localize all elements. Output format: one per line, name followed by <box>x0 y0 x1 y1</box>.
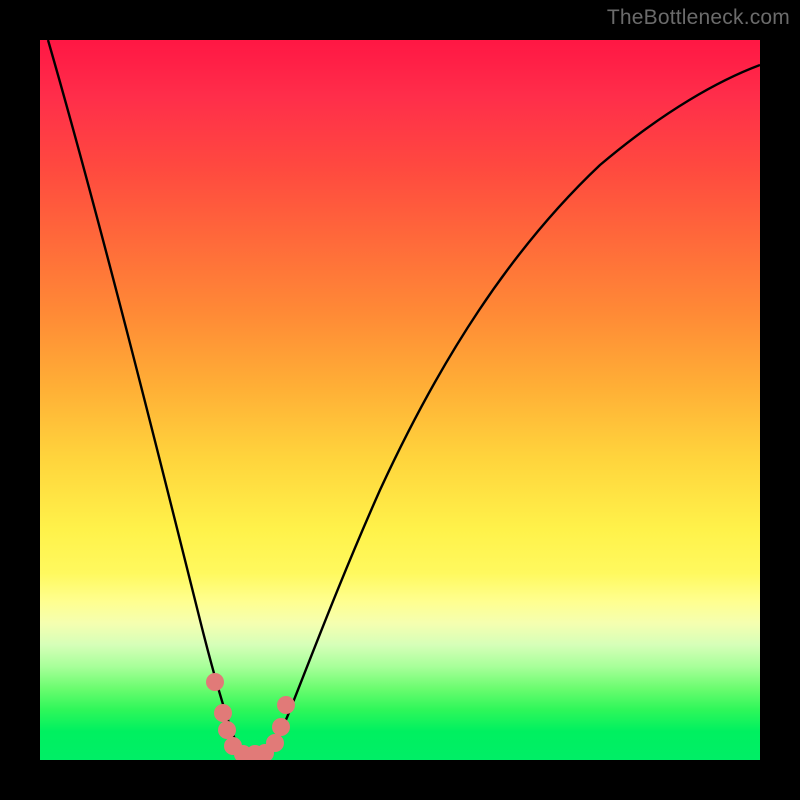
outer-frame: TheBottleneck.com <box>0 0 800 800</box>
attribution-text: TheBottleneck.com <box>607 6 790 30</box>
curve-path <box>48 40 760 753</box>
bottleneck-curve <box>40 40 760 760</box>
plot-area <box>40 40 760 760</box>
marker-group <box>206 673 295 760</box>
